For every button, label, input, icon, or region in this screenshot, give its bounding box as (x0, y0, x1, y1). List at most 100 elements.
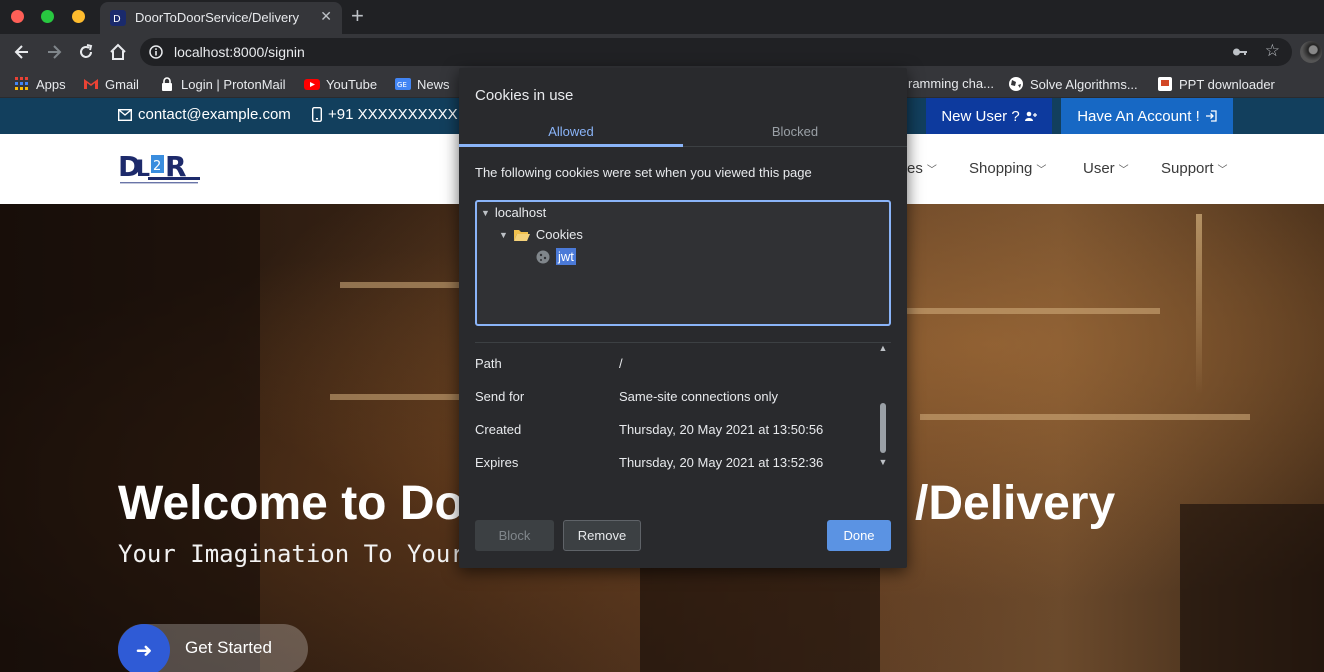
chevron-down-icon: ﹀ (1217, 165, 1228, 176)
expand-triangle-icon[interactable]: ▼ (499, 230, 508, 240)
minimize-window-button[interactable] (72, 10, 85, 23)
scroll-up-arrow-icon[interactable]: ▲ (877, 343, 889, 355)
bookmark-label: Apps (36, 76, 66, 92)
door2door-logo[interactable]: D L 2 R (118, 148, 202, 190)
back-arrow-icon[interactable] (12, 42, 32, 62)
nav-label: Shopping (969, 160, 1033, 177)
bookmark-protonmail[interactable]: Login | ProtonMail (159, 76, 286, 92)
nav-shopping[interactable]: Shopping ﹀ (969, 160, 1046, 177)
prop-path-label: Path (475, 356, 502, 371)
arrow-right-icon: ➜ (118, 624, 170, 672)
have-account-label: Have An Account ! (1077, 107, 1200, 125)
tree-node-host[interactable]: ▼ localhost (481, 205, 546, 220)
nav-label: Support (1161, 160, 1214, 177)
hero-title: Welcome to Do (118, 477, 464, 530)
dialog-description: The following cookies were set when you … (475, 165, 812, 180)
bookmark-label: News (417, 76, 450, 92)
hero-shade (0, 204, 260, 672)
shelf (340, 282, 470, 288)
svg-text:D: D (113, 14, 121, 25)
contact-phone[interactable]: +91 XXXXXXXXXX (312, 106, 458, 123)
cookie-tree[interactable]: ▼ localhost ▼ Cookies jwt (475, 200, 891, 326)
youtube-icon (304, 79, 320, 90)
bookmark-label: Login | ProtonMail (181, 76, 286, 92)
folder-label: Cookies (535, 227, 583, 242)
bookmark-star-icon[interactable]: ☆ (1265, 41, 1280, 61)
new-user-label: New User ? (941, 107, 1020, 125)
google-news-icon: GE (395, 78, 411, 90)
scroll-down-arrow-icon[interactable]: ▼ (877, 457, 889, 469)
protonmail-icon (162, 77, 172, 91)
tab-allowed[interactable]: Allowed (459, 124, 683, 139)
mobile-phone-icon (312, 107, 322, 122)
nav-label: es (907, 160, 923, 177)
bookmark-ppt-downloader[interactable]: PPT downloader (1157, 76, 1275, 92)
shelf (920, 414, 1250, 420)
new-user-button[interactable]: New User ? (926, 98, 1052, 134)
shelf (900, 308, 1160, 314)
tab-close-icon[interactable]: ✕ (320, 8, 332, 25)
prop-send-for-label: Send for (475, 389, 525, 404)
maximize-window-button[interactable] (41, 10, 54, 23)
address-bar[interactable]: localhost:8000/signin ☆ (140, 38, 1292, 66)
reload-icon[interactable] (76, 42, 96, 62)
expand-triangle-icon[interactable]: ▼ (481, 208, 490, 218)
tree-node-cookie-jwt[interactable]: jwt (535, 248, 576, 265)
bookmark-gmail[interactable]: Gmail (83, 76, 139, 92)
bookmark-label: PPT downloader (1179, 76, 1275, 92)
tab-strip: D DoorToDoorService/Delivery ✕ + (0, 0, 1324, 34)
browser-toolbar: localhost:8000/signin ☆ (0, 34, 1324, 70)
sign-in-icon (1205, 110, 1217, 122)
bookmark-solve-algorithms[interactable]: Solve Algorithms... (1008, 76, 1138, 92)
scrollbar-thumb[interactable] (880, 403, 886, 453)
dialog-title: Cookies in use (475, 87, 574, 104)
gmail-icon (84, 79, 98, 89)
tab-title: DoorToDoorService/Delivery (135, 10, 299, 25)
site-info-icon[interactable] (149, 45, 163, 59)
hero-shade (640, 564, 880, 672)
nav-user[interactable]: User ﹀ (1083, 160, 1129, 177)
bookmark-news[interactable]: GE News (395, 76, 450, 92)
bookmark-apps[interactable]: Apps (14, 76, 66, 92)
prop-send-for-value: Same-site connections only (619, 389, 778, 404)
home-icon[interactable] (108, 42, 128, 62)
browser-tab[interactable]: D DoorToDoorService/Delivery ✕ (100, 2, 342, 34)
get-started-button[interactable]: ➜ Get Started (118, 624, 308, 672)
prop-expires-label: Expires (475, 455, 519, 470)
nav-label: User (1083, 160, 1115, 177)
prop-path-value: / (619, 356, 623, 371)
bookmark-youtube[interactable]: YouTube (304, 76, 377, 92)
bookmark-programming[interactable]: ramming cha... (908, 76, 994, 91)
nav-support[interactable]: Support ﹀ (1161, 160, 1228, 177)
block-button[interactable]: Block (475, 520, 554, 551)
have-account-button[interactable]: Have An Account ! (1061, 98, 1233, 134)
prop-created-value: Thursday, 20 May 2021 at 13:50:56 (619, 422, 824, 437)
cookie-properties: Path / Send for Same-site connections on… (475, 342, 891, 472)
new-tab-button[interactable]: + (351, 4, 364, 28)
bookmark-label: Gmail (105, 76, 139, 92)
apps-grid-icon (15, 77, 28, 90)
hero-subtitle: Your Imagination To Your (118, 540, 465, 568)
close-window-button[interactable] (11, 10, 24, 23)
tab-blocked[interactable]: Blocked (683, 124, 907, 139)
nav-services[interactable]: es ﹀ (907, 160, 937, 177)
profile-avatar[interactable] (1300, 41, 1322, 63)
tree-node-cookies-folder[interactable]: ▼ Cookies (499, 227, 583, 242)
remove-button[interactable]: Remove (563, 520, 641, 551)
contact-email[interactable]: contact@example.com (118, 106, 291, 123)
done-button[interactable]: Done (827, 520, 891, 551)
chevron-down-icon: ﹀ (1036, 165, 1047, 176)
ppt-icon (1158, 77, 1172, 91)
user-plus-icon (1024, 111, 1037, 121)
chevron-down-icon: ﹀ (926, 165, 937, 176)
folder-open-icon (513, 229, 530, 241)
get-started-label: Get Started (185, 638, 272, 657)
hero-title-tail: /Delivery (915, 477, 1116, 530)
forward-arrow-icon[interactable] (44, 42, 64, 62)
prop-created-label: Created (475, 422, 522, 437)
host-label: localhost (494, 205, 547, 220)
key-icon[interactable] (1232, 45, 1248, 59)
svg-text:L: L (136, 157, 150, 182)
globe-icon (1009, 77, 1023, 91)
bookmark-label: ramming cha... (908, 76, 994, 91)
